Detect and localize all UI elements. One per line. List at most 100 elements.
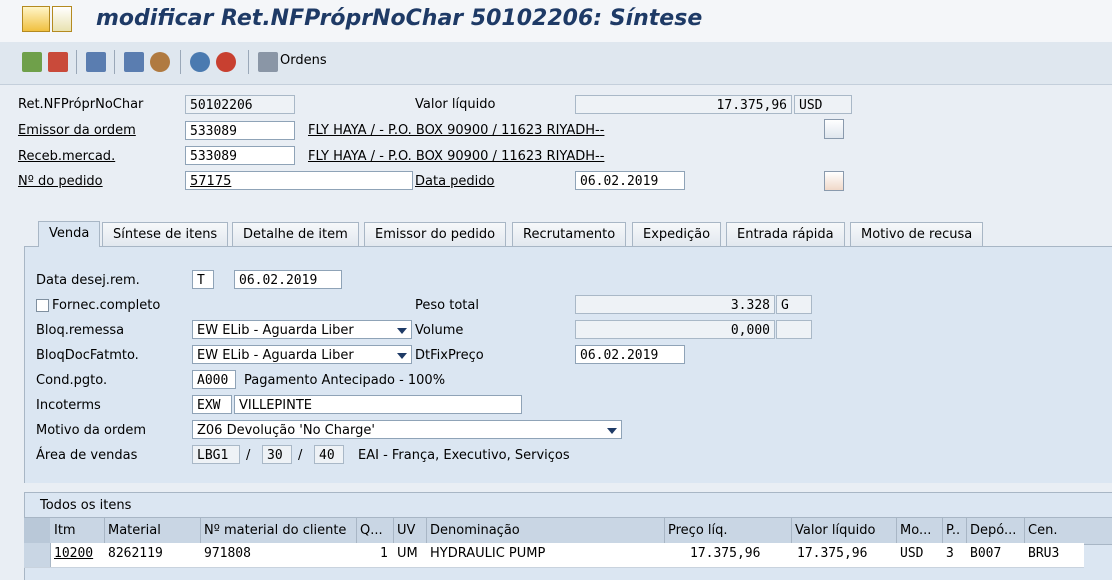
reference-icon[interactable] xyxy=(190,52,210,72)
division-field: 40 xyxy=(314,445,344,464)
payment-terms-field[interactable]: A000 xyxy=(192,370,236,389)
billing-block-select[interactable]: EW ELib - Aguarda Liber xyxy=(192,345,412,364)
sales-area-separator: / xyxy=(246,448,251,463)
delivery-block-value: EW ELib - Aguarda Liber xyxy=(197,323,354,338)
po-number-label[interactable]: Nº do pedido xyxy=(18,174,103,189)
column-header-plant[interactable]: Cen. xyxy=(1028,523,1057,538)
column-divider xyxy=(896,518,897,543)
tab-procurement[interactable]: Recrutamento xyxy=(512,222,627,246)
incoterms-place-field[interactable]: VILLEPINTE xyxy=(234,395,522,414)
chevron-down-icon[interactable] xyxy=(397,353,407,359)
ship-to-label[interactable]: Receb.mercad. xyxy=(18,149,115,164)
delete-icon[interactable] xyxy=(216,52,236,72)
column-header-currency[interactable]: Mo... xyxy=(900,523,931,538)
column-divider xyxy=(966,518,967,543)
menu-icon[interactable] xyxy=(52,6,72,32)
ship-to-field[interactable]: 533089 xyxy=(185,146,295,165)
sales-area-separator: / xyxy=(298,448,303,463)
tab-item-detail[interactable]: Detalhe de item xyxy=(232,222,359,246)
sales-area-label: Área de vendas xyxy=(36,448,138,463)
total-weight-field: 3.328 xyxy=(575,295,775,314)
delivery-block-label: Bloq.remessa xyxy=(36,323,125,338)
column-header-quantity[interactable]: Q... xyxy=(360,523,383,538)
cell-plant[interactable]: BRU3 xyxy=(1028,546,1059,561)
document-icon[interactable] xyxy=(124,52,144,72)
ship-to-address-link[interactable]: FLY HAYA / - P.O. BOX 90900 / 11623 RIYA… xyxy=(308,149,604,164)
column-divider xyxy=(791,518,792,543)
incoterms-field[interactable]: EXW xyxy=(192,395,232,414)
row-selector-button[interactable] xyxy=(24,543,51,567)
orders-button-label[interactable]: Ordens xyxy=(280,53,327,68)
pricing-date-field[interactable]: 06.02.2019 xyxy=(575,345,685,364)
column-header-depot[interactable]: Depó... xyxy=(970,523,1016,538)
po-date-label[interactable]: Data pedido xyxy=(415,174,495,189)
column-header-p[interactable]: P.. xyxy=(946,523,960,538)
transaction-icon[interactable] xyxy=(22,6,50,32)
check-cancel-icon[interactable] xyxy=(48,52,68,72)
req-delivery-date-label: Data desej.rem. xyxy=(36,273,140,288)
sales-area-text: EAI - França, Executivo, Serviços xyxy=(358,448,570,463)
tab-shipping[interactable]: Expedição xyxy=(632,222,722,246)
tab-ordering-party[interactable]: Emissor do pedido xyxy=(364,222,507,246)
cell-depot[interactable]: B007 xyxy=(970,546,1001,561)
cell-uom[interactable]: UM xyxy=(397,546,418,561)
complete-delivery-checkbox[interactable] xyxy=(36,299,49,312)
po-date-field[interactable]: 06.02.2019 xyxy=(575,171,685,190)
column-header-description[interactable]: Denominação xyxy=(430,523,520,538)
sold-to-address-link[interactable]: FLY HAYA / - P.O. BOX 90900 / 11623 RIYA… xyxy=(308,123,604,138)
column-header-material[interactable]: Material xyxy=(108,523,161,538)
select-all-button[interactable] xyxy=(24,518,50,543)
sold-to-label[interactable]: Emissor da ordem xyxy=(18,123,136,138)
order-reason-select[interactable]: Z06 Devolução 'No Charge' xyxy=(192,420,622,439)
cell-item[interactable]: 10200 xyxy=(54,546,93,561)
column-divider xyxy=(664,518,665,543)
person-icon[interactable] xyxy=(150,52,170,72)
column-divider xyxy=(104,518,105,543)
column-divider xyxy=(1024,518,1025,543)
tab-rejection-reason[interactable]: Motivo de recusa xyxy=(850,222,984,246)
column-header-item[interactable]: Itm xyxy=(54,523,76,538)
document-icon[interactable] xyxy=(824,119,844,139)
display-icon[interactable] xyxy=(22,52,42,72)
orders-icon[interactable] xyxy=(258,52,278,72)
column-header-uom[interactable]: UV xyxy=(397,523,415,538)
save-icon[interactable] xyxy=(86,52,106,72)
delivery-block-select[interactable]: EW ELib - Aguarda Liber xyxy=(192,320,412,339)
cell-p[interactable]: 3 xyxy=(946,546,954,561)
tab-item-overview[interactable]: Síntese de itens xyxy=(102,222,229,246)
cell-currency[interactable]: USD xyxy=(900,546,923,561)
cell-material[interactable]: 8262119 xyxy=(108,546,163,561)
volume-label: Volume xyxy=(415,323,464,338)
cell-quantity[interactable]: 1 xyxy=(380,546,388,561)
toolbar-separator xyxy=(180,50,181,74)
column-divider xyxy=(200,518,201,543)
column-header-net-value[interactable]: Valor líquido xyxy=(795,523,875,538)
tab-fast-entry[interactable]: Entrada rápida xyxy=(726,222,845,246)
cell-net-value: 17.375,96 xyxy=(797,546,868,561)
po-number-field[interactable]: 57175 xyxy=(185,171,413,190)
chevron-down-icon[interactable] xyxy=(607,428,617,434)
doc-number-field: 50102206 xyxy=(185,95,295,114)
tab-sales[interactable]: Venda xyxy=(38,221,101,247)
chevron-down-icon[interactable] xyxy=(397,328,407,334)
billing-block-label: BloqDocFatmto. xyxy=(36,348,139,363)
page-title: modificar Ret.NFPróprNoChar 50102206: Sí… xyxy=(96,6,703,31)
currency-field: USD xyxy=(794,95,852,114)
total-weight-label: Peso total xyxy=(415,298,479,313)
volume-unit-field xyxy=(776,320,812,339)
req-delivery-date-field[interactable]: 06.02.2019 xyxy=(234,270,342,289)
calendar-icon[interactable] xyxy=(824,171,844,191)
req-delivery-type-field[interactable]: T xyxy=(192,270,214,289)
cell-description[interactable]: HYDRAULIC PUMP xyxy=(430,546,545,561)
table-row[interactable] xyxy=(24,543,1084,568)
cell-net-price[interactable]: 17.375,96 xyxy=(690,546,760,561)
order-reason-label: Motivo da ordem xyxy=(36,423,146,438)
cell-customer-material[interactable]: 971808 xyxy=(204,546,251,561)
incoterms-label: Incoterms xyxy=(36,398,101,413)
sold-to-field[interactable]: 533089 xyxy=(185,121,295,140)
toolbar-separator xyxy=(76,50,77,74)
doc-number-label: Ret.NFPróprNoChar xyxy=(18,97,144,112)
column-header-customer-material[interactable]: Nº material do cliente xyxy=(204,523,346,538)
column-header-net-price[interactable]: Preço líq. xyxy=(668,523,728,538)
billing-block-value: EW ELib - Aguarda Liber xyxy=(197,348,354,363)
